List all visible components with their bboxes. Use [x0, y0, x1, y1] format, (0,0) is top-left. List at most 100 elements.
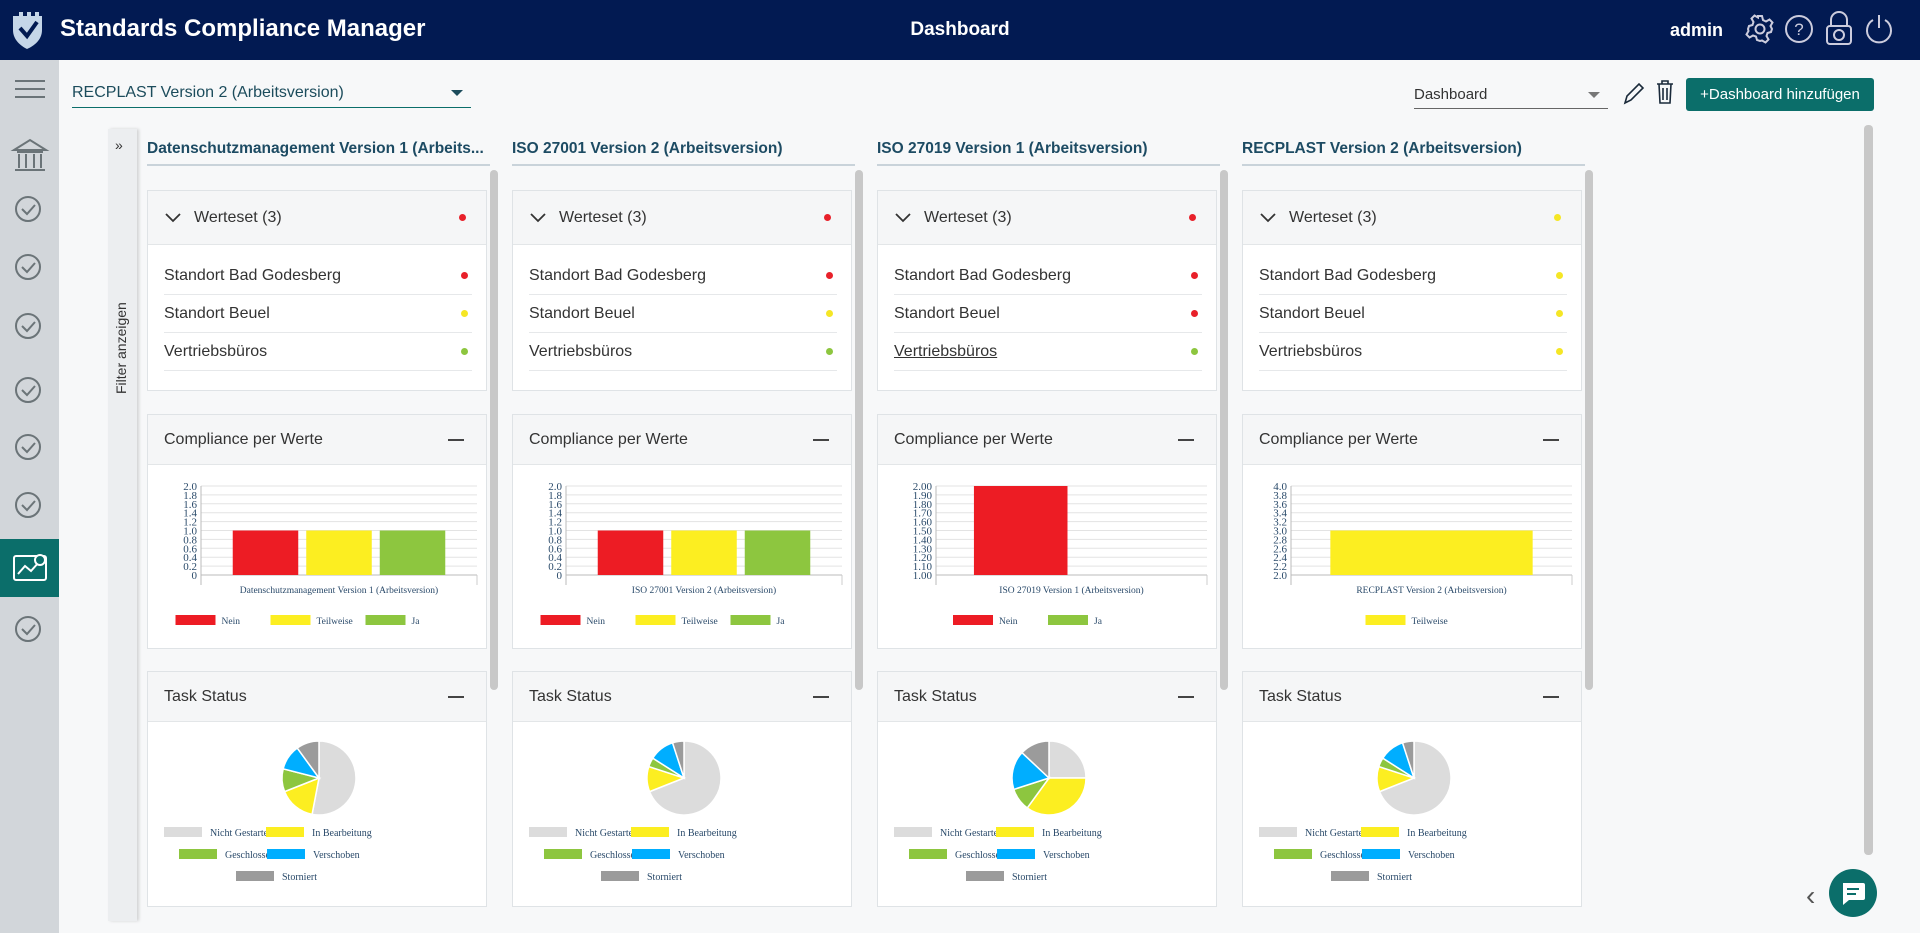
werteset-header[interactable]: Werteset (3) — [1243, 191, 1581, 245]
bar-teilweise[interactable] — [306, 530, 372, 576]
minimize-icon[interactable] — [448, 696, 464, 698]
minimize-icon[interactable] — [813, 439, 829, 441]
task-status-title: Task Status — [1259, 687, 1342, 705]
minimize-icon[interactable] — [813, 696, 829, 698]
legend-label: Nein — [999, 617, 1018, 627]
werteset-panel: Werteset (3) Standort Bad Godesberg Stando… — [877, 190, 1217, 391]
werteset-header[interactable]: Werteset (3) — [513, 191, 851, 245]
main-scrollbar[interactable] — [1864, 125, 1873, 855]
column-scrollbar[interactable] — [1220, 170, 1228, 690]
user-name[interactable]: admin — [1670, 20, 1723, 41]
pencil-icon[interactable] — [1622, 80, 1646, 106]
werteset-item[interactable]: Vertriebsbüros — [529, 333, 837, 371]
dashboard-column: ISO 27019 Version 1 (Arbeitsversion) Wert… — [877, 140, 1228, 907]
sidebar-item-settings-list[interactable] — [0, 602, 59, 660]
werteset-item[interactable]: Vertriebsbüros — [1259, 333, 1567, 371]
minimize-icon[interactable] — [1178, 439, 1194, 441]
sidebar-item-shield-check[interactable] — [0, 363, 59, 421]
task-status-header: Task Status — [513, 672, 851, 722]
werteset-header[interactable]: Werteset (3) — [148, 191, 486, 245]
sidebar — [0, 60, 59, 933]
legend-swatch — [631, 827, 669, 837]
sidebar-item-institution[interactable] — [0, 127, 59, 185]
werteset-item[interactable]: Standort Bad Godesberg — [894, 257, 1202, 295]
sidebar-item-search-magnifier[interactable] — [0, 299, 59, 357]
sidebar-item-roles[interactable] — [0, 182, 59, 240]
pie-slice[interactable] — [1048, 740, 1087, 779]
svg-text:?: ? — [1794, 20, 1803, 39]
werteset-item[interactable]: Standort Beuel — [164, 295, 472, 333]
bar-nein[interactable] — [973, 486, 1068, 575]
dashboard-column: RECPLAST Version 2 (Arbeitsversion) Werte… — [1242, 140, 1593, 907]
minimize-icon[interactable] — [1543, 696, 1559, 698]
column-scrollbar[interactable] — [1585, 170, 1593, 690]
column-scrollbar[interactable] — [855, 170, 863, 690]
minimize-icon[interactable] — [1543, 439, 1559, 441]
legend-swatch — [632, 849, 670, 859]
werteset-item[interactable]: Vertriebsbüros — [164, 333, 472, 371]
legend-label: Verschoben — [313, 850, 360, 861]
caret-down-icon — [451, 90, 463, 96]
legend-swatch — [1048, 615, 1088, 625]
dashboard-select[interactable]: Dashboard — [1414, 86, 1608, 109]
werteset-item-name: Standort Bad Godesberg — [529, 267, 707, 284]
legend-swatch — [996, 827, 1034, 837]
chevron-down-icon[interactable] — [1259, 212, 1277, 224]
legend-label: Verschoben — [1043, 850, 1090, 861]
status-dot — [1554, 214, 1561, 221]
legend-swatch — [1331, 871, 1369, 881]
column-title: ISO 27001 Version 2 (Arbeitsversion) — [512, 140, 855, 166]
chevron-down-icon[interactable] — [894, 212, 912, 224]
minimize-icon[interactable] — [448, 439, 464, 441]
umbrella-shield-icon — [14, 254, 41, 280]
werteset-item-name: Standort Beuel — [164, 305, 270, 322]
add-dashboard-button[interactable]: +Dashboard hinzufügen — [1686, 78, 1874, 111]
dashboard-column: ISO 27001 Version 2 (Arbeitsversion) Wert… — [512, 140, 863, 907]
bar-nein[interactable] — [232, 530, 299, 576]
column-title: ISO 27019 Version 1 (Arbeitsversion) — [877, 140, 1220, 166]
dashboard-chart-icon — [12, 554, 47, 581]
trash-icon[interactable] — [1655, 78, 1675, 106]
chevron-down-icon[interactable] — [164, 212, 182, 224]
werteset-item[interactable]: Standort Bad Godesberg — [529, 257, 837, 295]
bar-ja[interactable] — [744, 530, 811, 576]
column-scrollbar[interactable] — [490, 170, 498, 690]
lock-refresh-icon[interactable] — [1823, 10, 1855, 46]
werteset-item[interactable]: Standort Beuel — [529, 295, 837, 333]
werteset-item[interactable]: Standort Beuel — [1259, 295, 1567, 333]
sidebar-item-umbrella-shield[interactable] — [0, 240, 59, 298]
sidebar-item-edit-document[interactable] — [0, 478, 59, 536]
werteset-title: Werteset (3) — [194, 208, 282, 226]
werteset-item[interactable]: Standort Beuel — [894, 295, 1202, 333]
werteset-item[interactable]: Standort Bad Godesberg — [164, 257, 472, 295]
bar-nein[interactable] — [597, 530, 664, 576]
sidebar-item-documents[interactable] — [0, 420, 59, 478]
status-dot — [824, 214, 831, 221]
werteset-header[interactable]: Werteset (3) — [878, 191, 1216, 245]
expand-chevrons-icon[interactable]: » — [115, 137, 123, 153]
legend-label: In Bearbeitung — [677, 828, 737, 839]
chevron-left-icon[interactable]: ‹ — [1806, 880, 1815, 912]
filter-panel-toggle[interactable]: » Filter anzeigen — [108, 129, 137, 921]
status-dot — [1191, 310, 1198, 317]
bar-teilweise[interactable] — [671, 530, 737, 576]
column-title: RECPLAST Version 2 (Arbeitsversion) — [1242, 140, 1585, 166]
legend-label: Nicht Gestartet — [940, 828, 1001, 839]
help-icon[interactable]: ? — [1783, 13, 1815, 45]
bar-ja[interactable] — [379, 530, 446, 576]
werteset-item[interactable]: Standort Bad Godesberg — [1259, 257, 1567, 295]
werteset-item-name: Standort Beuel — [529, 305, 635, 322]
chat-button[interactable] — [1829, 869, 1877, 917]
chevron-down-icon[interactable] — [529, 212, 547, 224]
gear-icon[interactable] — [1744, 13, 1776, 45]
status-dot — [1556, 310, 1563, 317]
minimize-icon[interactable] — [1178, 696, 1194, 698]
werteset-item-name: Standort Bad Godesberg — [1259, 267, 1437, 284]
standard-select[interactable]: RECPLAST Version 2 (Arbeitsversion) — [72, 84, 471, 108]
power-icon[interactable] — [1863, 13, 1895, 45]
werteset-item[interactable]: Vertriebsbüros — [894, 333, 1202, 371]
sidebar-item-menu[interactable] — [0, 60, 59, 118]
sidebar-item-dashboard-chart[interactable] — [0, 539, 59, 597]
task-status-pie-chart: Nicht Gestartet In BearbeitungGeschlossen… — [529, 740, 737, 883]
bar-teilweise[interactable] — [1330, 530, 1533, 576]
